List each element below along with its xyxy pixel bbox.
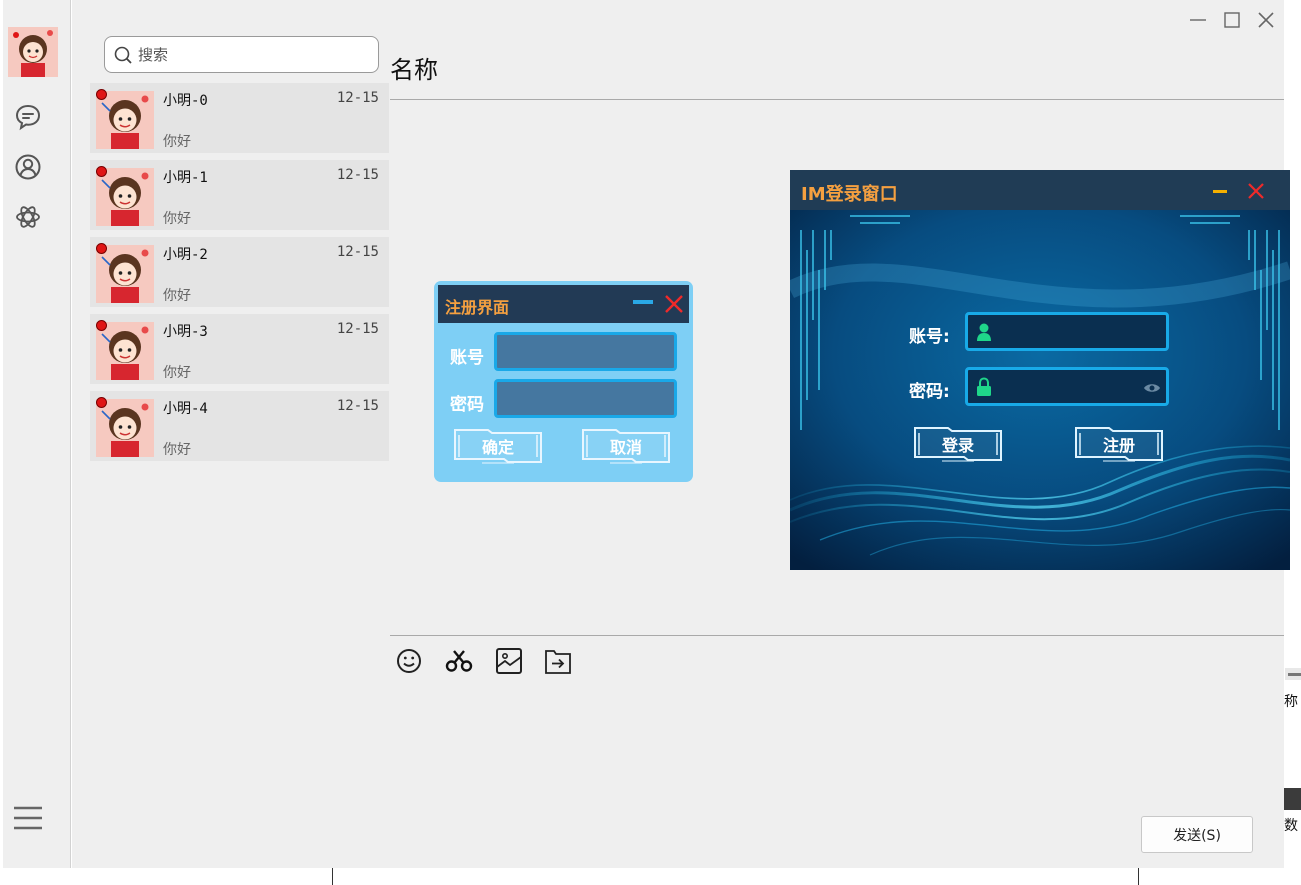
session-item[interactable]: 小明-0 12-15 你好 xyxy=(90,83,389,153)
menu-icon[interactable] xyxy=(12,803,44,833)
register-minimize-icon[interactable] xyxy=(633,300,653,304)
login-close-icon[interactable] xyxy=(1248,183,1264,199)
session-name: 小明-3 xyxy=(163,324,208,340)
session-item[interactable]: 小明-3 12-15 你好 xyxy=(90,314,389,384)
contacts-icon[interactable] xyxy=(14,153,42,181)
register-confirm-button[interactable]: 确定 xyxy=(452,427,544,465)
login-titlebar[interactable]: IM登录窗口 xyxy=(790,170,1290,210)
background-window-title: 称 xyxy=(1284,694,1298,710)
session-list-panel: 小明-0 12-15 你好 小明-1 12-15 你好 小明-2 12-15 你… xyxy=(72,0,390,868)
login-window: IM登录窗口 账号: 密码: 登录 注册 xyxy=(790,170,1290,570)
chat-title: 名称 xyxy=(390,56,438,84)
session-item[interactable]: 小明-1 12-15 你好 xyxy=(90,160,389,230)
register-password-input[interactable] xyxy=(494,379,677,418)
session-item[interactable]: 小明-4 12-15 你好 xyxy=(90,391,389,461)
login-account-input[interactable] xyxy=(965,312,1169,351)
close-icon[interactable] xyxy=(1254,8,1278,32)
register-dialog: 注册界面 账号 密码 确定 取消 xyxy=(434,281,693,482)
unread-badge xyxy=(96,166,107,177)
divider xyxy=(390,635,1284,636)
contact-avatar xyxy=(96,245,154,303)
divider xyxy=(332,868,333,885)
search-icon xyxy=(114,46,132,64)
unread-badge xyxy=(96,397,107,408)
contact-avatar xyxy=(96,91,154,149)
session-last-message: 你好 xyxy=(163,134,191,150)
contact-avatar xyxy=(96,168,154,226)
session-last-message: 你好 xyxy=(163,442,191,458)
session-name: 小明-4 xyxy=(163,401,208,417)
register-account-input[interactable] xyxy=(494,332,677,371)
session-item[interactable]: 小明-2 12-15 你好 xyxy=(90,237,389,307)
file-icon[interactable] xyxy=(542,645,574,677)
login-background: 账号: 密码: 登录 注册 xyxy=(790,210,1290,570)
chat-icon[interactable] xyxy=(14,103,42,131)
session-last-message: 你好 xyxy=(163,211,191,227)
session-last-message: 你好 xyxy=(163,365,191,381)
user-avatar[interactable] xyxy=(8,27,58,77)
session-time: 12-15 xyxy=(336,398,379,414)
image-icon[interactable] xyxy=(493,645,525,677)
login-title: IM登录窗口 xyxy=(801,184,898,205)
login-register-label: 注册 xyxy=(1102,436,1135,455)
session-last-message: 你好 xyxy=(163,288,191,304)
emoji-icon[interactable] xyxy=(393,645,425,677)
eye-icon[interactable] xyxy=(1143,382,1161,394)
nav-rail xyxy=(3,0,71,868)
send-button[interactable]: 发送(S) xyxy=(1141,816,1253,853)
divider xyxy=(390,99,1284,100)
desktop: 小明-0 12-15 你好 小明-1 12-15 你好 小明-2 12-15 你… xyxy=(0,0,1301,885)
unread-badge xyxy=(96,89,107,100)
register-titlebar[interactable]: 注册界面 xyxy=(438,285,689,323)
session-time: 12-15 xyxy=(336,90,379,106)
login-minimize-icon[interactable] xyxy=(1213,190,1227,193)
lock-icon xyxy=(977,377,991,396)
screenshot-icon[interactable] xyxy=(443,645,475,677)
background-window-edge xyxy=(1285,668,1301,680)
login-account-label: 账号: xyxy=(909,327,950,347)
contact-avatar xyxy=(96,399,154,457)
login-password-input[interactable] xyxy=(965,367,1169,406)
session-time: 12-15 xyxy=(336,244,379,260)
user-icon xyxy=(977,323,991,341)
register-cancel-button[interactable]: 取消 xyxy=(580,427,672,465)
register-title: 注册界面 xyxy=(445,298,510,317)
search-input[interactable] xyxy=(138,43,368,67)
search-box[interactable] xyxy=(104,36,379,73)
register-account-label: 账号 xyxy=(450,348,484,368)
register-password-label: 密码 xyxy=(450,395,484,415)
register-cancel-label: 取消 xyxy=(609,438,642,457)
session-name: 小明-0 xyxy=(163,93,208,109)
apps-icon[interactable] xyxy=(14,203,42,231)
minimize-icon[interactable] xyxy=(1186,8,1210,32)
register-confirm-label: 确定 xyxy=(481,438,514,457)
unread-badge xyxy=(96,243,107,254)
unread-badge xyxy=(96,320,107,331)
session-time: 12-15 xyxy=(336,167,379,183)
session-name: 小明-1 xyxy=(163,170,208,186)
login-button-label: 登录 xyxy=(941,436,974,455)
background-window-block xyxy=(1284,788,1301,810)
maximize-icon[interactable] xyxy=(1220,8,1244,32)
session-time: 12-15 xyxy=(336,321,379,337)
login-password-label: 密码: xyxy=(909,382,950,402)
login-button[interactable]: 登录 xyxy=(912,425,1004,463)
login-register-button[interactable]: 注册 xyxy=(1073,425,1165,463)
background-window-label: 数 xyxy=(1284,818,1298,834)
contact-avatar xyxy=(96,322,154,380)
session-name: 小明-2 xyxy=(163,247,208,263)
divider xyxy=(1138,868,1139,885)
register-close-icon[interactable] xyxy=(663,293,685,315)
